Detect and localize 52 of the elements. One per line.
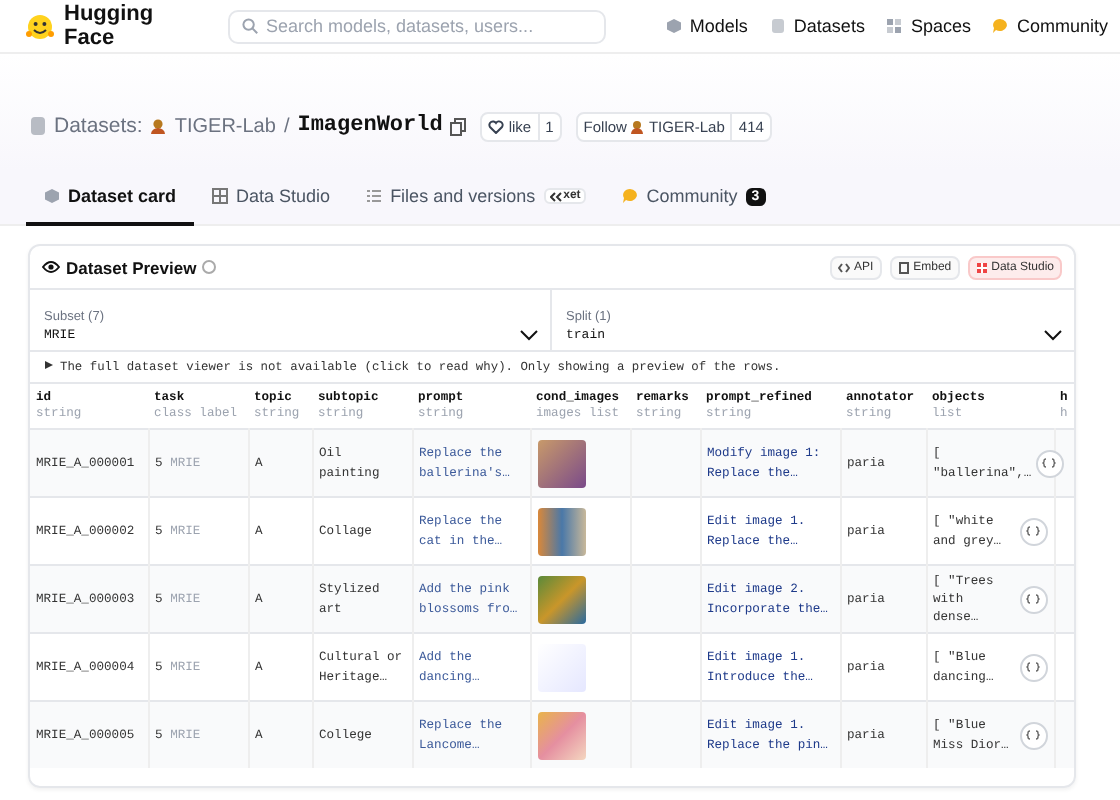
avatar-icon bbox=[150, 118, 167, 134]
image-thumbnail bbox=[537, 439, 585, 487]
chevron-down-icon bbox=[1044, 330, 1062, 342]
dataset-name: ImagenWorld bbox=[297, 114, 443, 138]
expand-button[interactable] bbox=[1019, 721, 1047, 749]
nav-link[interactable]: Spaces bbox=[886, 16, 971, 36]
breadcrumb-label: Datasets: bbox=[54, 114, 143, 138]
nav-link[interactable]: Community bbox=[992, 16, 1108, 36]
path-separator: / bbox=[283, 115, 290, 137]
tab[interactable]: Data Studio bbox=[194, 170, 349, 226]
database-icon bbox=[769, 18, 786, 34]
triangle-icon bbox=[44, 360, 54, 370]
braces-icon bbox=[1026, 526, 1040, 536]
info-icon bbox=[202, 260, 217, 274]
list-icon bbox=[366, 188, 383, 204]
code-icon bbox=[837, 261, 850, 273]
braces-icon bbox=[1026, 662, 1040, 672]
nav-link[interactable]: Datasets bbox=[769, 16, 865, 36]
heart-icon bbox=[488, 119, 505, 133]
chat-bubble-icon bbox=[622, 188, 639, 204]
chevrons-icon bbox=[549, 191, 562, 201]
cube-icon bbox=[44, 188, 60, 204]
expand-button[interactable] bbox=[1019, 517, 1047, 545]
table-icon bbox=[212, 188, 229, 204]
database-icon bbox=[30, 116, 46, 136]
eye-icon bbox=[42, 260, 60, 274]
logo-text: Hugging Face bbox=[64, 2, 156, 50]
image-thumbnail bbox=[537, 643, 585, 691]
braces-icon bbox=[1026, 594, 1040, 604]
braces-icon bbox=[1042, 458, 1057, 468]
avatar-icon bbox=[630, 119, 645, 133]
chevron-down-icon bbox=[520, 330, 538, 342]
copy-icon[interactable] bbox=[450, 117, 467, 135]
document-icon bbox=[897, 261, 910, 273]
search-icon bbox=[242, 18, 258, 34]
image-thumbnail bbox=[537, 575, 585, 623]
expand-button[interactable] bbox=[1019, 585, 1047, 613]
expand-button[interactable] bbox=[1035, 449, 1064, 477]
smiley-face-icon bbox=[26, 13, 54, 39]
expand-button[interactable] bbox=[1019, 653, 1047, 681]
grid-icon bbox=[886, 18, 903, 34]
braces-icon bbox=[1026, 730, 1040, 740]
chat-bubble-icon bbox=[992, 18, 1009, 34]
search-field[interactable]: Search models, datasets, users... bbox=[228, 9, 606, 43]
cube-icon bbox=[665, 18, 682, 34]
tab[interactable]: Dataset card bbox=[26, 170, 195, 226]
section-title: Dataset Preview bbox=[66, 257, 197, 277]
image-thumbnail bbox=[537, 507, 585, 555]
nav-link[interactable]: Models bbox=[665, 16, 748, 36]
image-thumbnail bbox=[537, 711, 585, 759]
owner-link[interactable]: TIGER-Lab bbox=[174, 115, 276, 137]
grid-icon bbox=[975, 261, 988, 273]
